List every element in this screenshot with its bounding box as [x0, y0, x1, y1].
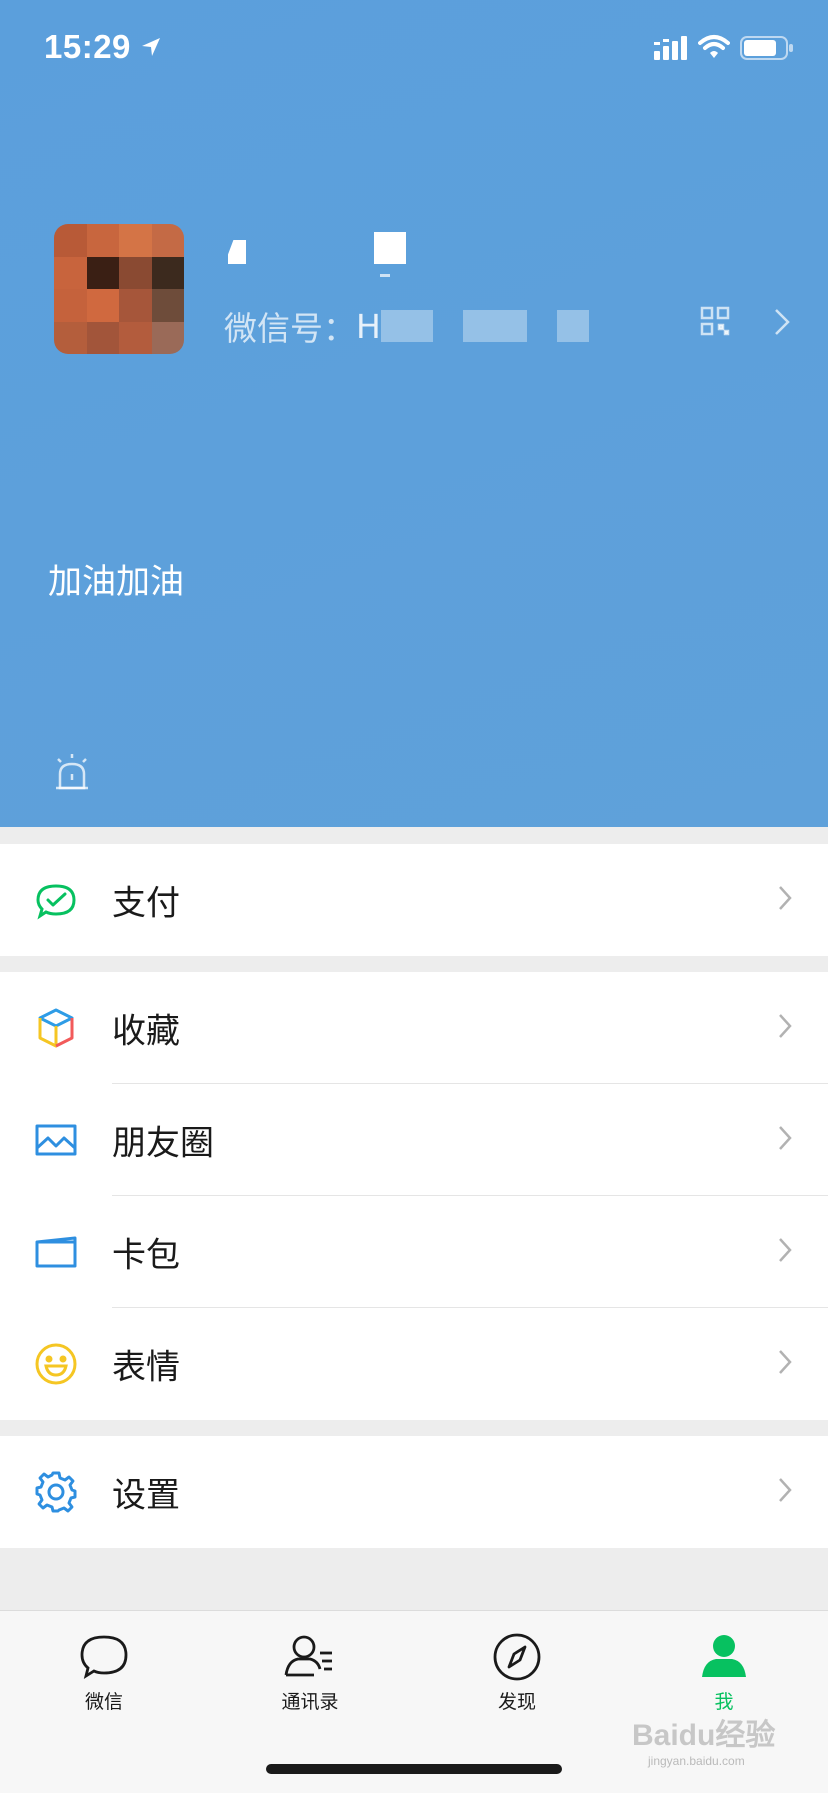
- chevron-right-icon: [778, 885, 792, 915]
- wechat-id-mask: [556, 310, 589, 342]
- watermark-logo: Baidu经验: [632, 1719, 776, 1752]
- chevron-right-icon: [778, 1237, 792, 1267]
- status-bar: 15:29: [0, 0, 828, 100]
- menu-label-cards: 卡包: [112, 1235, 180, 1276]
- nickname-masked: [374, 232, 406, 264]
- tab-contacts[interactable]: 通讯录: [250, 1631, 370, 1714]
- wechat-id-mask: [462, 310, 527, 342]
- chevron-right-icon: [778, 1125, 792, 1155]
- menu-item-settings[interactable]: 设置: [0, 1436, 828, 1548]
- chevron-right-icon: [778, 1477, 792, 1507]
- qr-code-icon[interactable]: [700, 306, 730, 340]
- tab-label-contacts: 通讯录: [281, 1691, 339, 1713]
- chevron-right-icon[interactable]: [774, 308, 790, 340]
- battery-icon: [740, 36, 794, 64]
- avatar[interactable]: [54, 224, 184, 354]
- tab-label-chats: 微信: [84, 1691, 123, 1713]
- favorites-cube-icon: [34, 1006, 78, 1050]
- status-signature[interactable]: 加油加油: [48, 554, 184, 603]
- menu-item-favorites[interactable]: 收藏: [0, 972, 828, 1084]
- menu-item-stickers[interactable]: 表情: [0, 1308, 828, 1420]
- menu-item-pay[interactable]: 支付: [0, 844, 828, 956]
- location-arrow-icon: [140, 36, 162, 62]
- wechat-id-label: 微信号：: [224, 309, 356, 348]
- menu-group-main: 收藏 朋友圈 卡包 表情: [0, 972, 828, 1420]
- gear-icon: [34, 1470, 78, 1514]
- chevron-right-icon: [778, 1013, 792, 1043]
- watermark-url: jingyan.baidu.com: [648, 1754, 745, 1768]
- wechat-id[interactable]: 微信号： H: [224, 302, 589, 350]
- menu-label-moments: 朋友圈: [112, 1123, 214, 1164]
- wechat-id-value: H: [356, 306, 381, 346]
- menu-label-stickers: 表情: [112, 1347, 180, 1388]
- status-alert-icon[interactable]: [52, 752, 92, 796]
- pay-icon: [34, 878, 78, 922]
- menu-label-settings: 设置: [112, 1475, 180, 1516]
- tab-chats[interactable]: 微信: [44, 1631, 164, 1714]
- tab-me[interactable]: 我: [664, 1631, 784, 1714]
- compass-icon: [491, 1631, 543, 1683]
- status-time: 15:29: [44, 28, 131, 65]
- profile-header[interactable]: 15:29 微信号： H 加油加油: [0, 0, 828, 827]
- menu-item-moments[interactable]: 朋友圈: [0, 1084, 828, 1196]
- menu-group-settings: 设置: [0, 1436, 828, 1548]
- menu-label-pay: 支付: [112, 883, 180, 924]
- moments-image-icon: [34, 1118, 78, 1162]
- home-indicator[interactable]: [266, 1764, 562, 1774]
- wechat-id-mask: [380, 310, 433, 342]
- smiley-icon: [34, 1342, 78, 1386]
- cards-wallet-icon: [34, 1230, 78, 1274]
- contacts-icon: [284, 1631, 336, 1683]
- chat-bubble-icon: [78, 1631, 130, 1683]
- wifi-icon: [698, 34, 730, 64]
- cellular-signal-icon: [654, 36, 688, 64]
- person-icon: [698, 1631, 750, 1683]
- nickname-masked: [228, 240, 246, 264]
- tab-label-discover: 发现: [497, 1691, 536, 1713]
- menu-label-favorites: 收藏: [112, 1011, 180, 1052]
- chevron-right-icon: [778, 1349, 792, 1379]
- nickname-masked: [380, 274, 390, 277]
- tab-discover[interactable]: 发现: [457, 1631, 577, 1714]
- menu-item-cards[interactable]: 卡包: [0, 1196, 828, 1308]
- menu-group-pay: 支付: [0, 844, 828, 956]
